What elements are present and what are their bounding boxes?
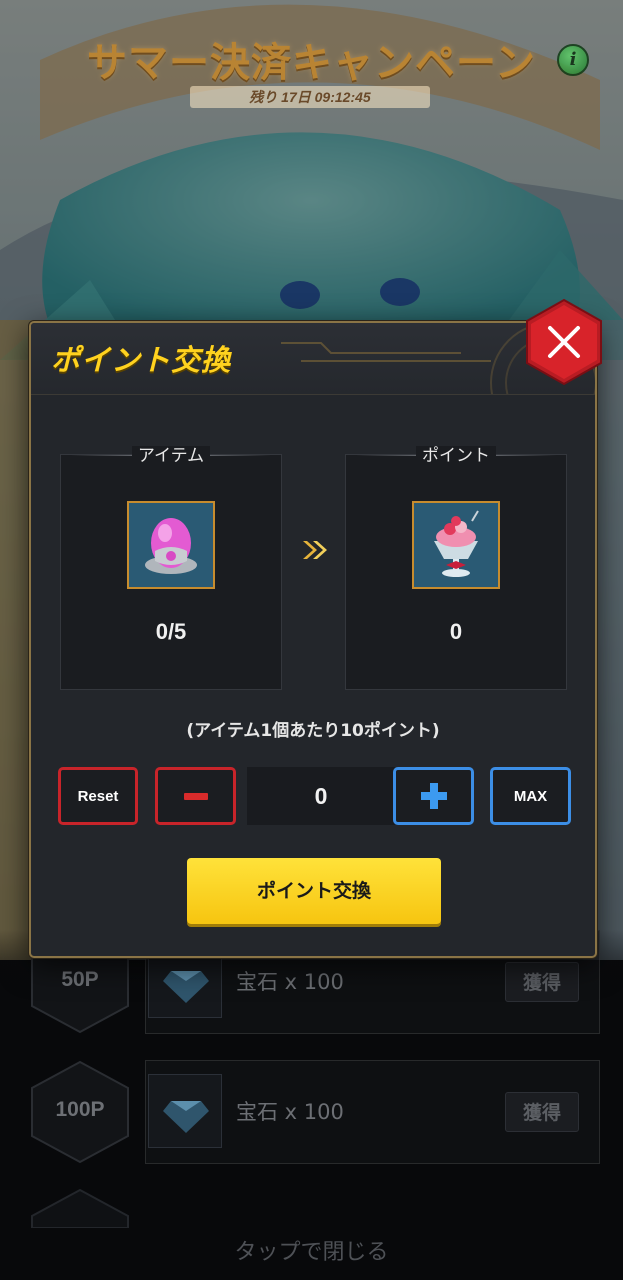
point-count: 0 xyxy=(449,619,463,644)
point-panel-label: ポイント xyxy=(346,441,566,466)
point-panel-label-text: ポイント xyxy=(416,446,496,466)
reward-name: 宝石 x 100 xyxy=(236,970,344,994)
increase-button[interactable] xyxy=(393,767,474,825)
point-exchange-button[interactable]: ポイント交換 xyxy=(187,858,441,924)
gem-item-frame xyxy=(148,1074,222,1148)
dialog-title: ポイント交換 xyxy=(51,343,232,377)
quantity-display: 0 xyxy=(247,767,395,825)
item-count: 0/5 xyxy=(155,619,187,644)
point-exchange-dialog: ポイント交換 アイテム 0/5 ポイント 0 (アイテム1個あたり10ポイント)… xyxy=(29,321,597,958)
reset-button[interactable]: Reset xyxy=(58,767,138,825)
item-frame xyxy=(127,501,215,589)
max-button[interactable]: MAX xyxy=(490,767,571,825)
tap-to-close-hint[interactable]: タップで閉じる xyxy=(0,1234,623,1266)
reward-name: 宝石 x 100 xyxy=(236,1100,344,1124)
parfait-icon xyxy=(414,503,498,587)
claim-button[interactable]: 獲得 xyxy=(505,1092,579,1132)
points-label: 100P xyxy=(55,1098,105,1121)
pink-egg-icon xyxy=(129,503,213,587)
diamond-icon xyxy=(163,1101,209,1133)
point-frame xyxy=(412,501,500,589)
item-panel: アイテム 0/5 xyxy=(60,446,282,690)
points-hex-badge-partial xyxy=(31,1188,129,1228)
point-panel: ポイント 0 xyxy=(345,446,567,690)
item-panel-label: アイテム xyxy=(61,441,281,466)
double-chevron-right-icon xyxy=(303,541,327,559)
decrease-button[interactable] xyxy=(155,767,236,825)
exchange-rate-note: (アイテム1個あたり10ポイント) xyxy=(186,721,440,741)
info-icon[interactable]: i xyxy=(557,44,589,76)
reward-row: 100P 宝石 x 100 獲得 xyxy=(30,1060,600,1164)
dialog-header: ポイント交換 xyxy=(31,323,595,395)
close-icon xyxy=(526,298,602,386)
claim-button[interactable]: 獲得 xyxy=(505,962,579,1002)
banner-countdown: 残り 17日 09:12:45 xyxy=(190,86,430,108)
banner-title: サマー決済キャンペーン xyxy=(87,40,536,86)
item-panel-label-text: アイテム xyxy=(131,446,211,466)
plus-icon-vertical xyxy=(430,783,438,809)
minus-icon xyxy=(184,793,208,800)
close-button[interactable] xyxy=(525,298,603,386)
points-label: 50P xyxy=(61,968,99,991)
